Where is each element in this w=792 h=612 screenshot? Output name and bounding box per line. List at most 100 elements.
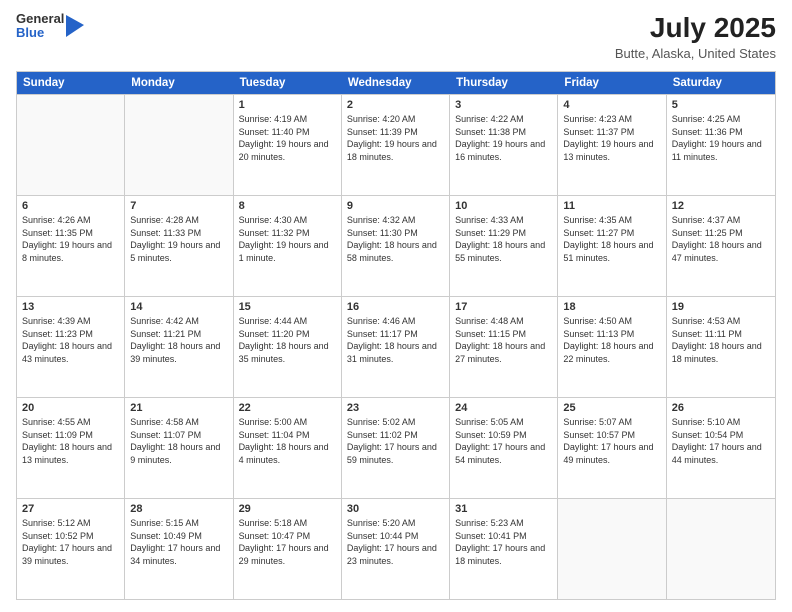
cell-w1-d3: 1 Sunrise: 4:19 AMSunset: 11:40 PMDayligh… xyxy=(234,95,342,195)
day-info: Sunrise: 5:23 AMSunset: 10:41 PMDaylight… xyxy=(455,517,552,567)
day-info: Sunrise: 5:15 AMSunset: 10:49 PMDaylight… xyxy=(130,517,227,567)
day-number: 21 xyxy=(130,402,227,414)
day-number: 29 xyxy=(239,503,336,515)
day-info: Sunrise: 4:35 AMSunset: 11:27 PMDaylight… xyxy=(563,214,660,264)
day-info: Sunrise: 4:48 AMSunset: 11:15 PMDaylight… xyxy=(455,315,552,365)
day-info: Sunrise: 4:37 AMSunset: 11:25 PMDaylight… xyxy=(672,214,770,264)
day-number: 28 xyxy=(130,503,227,515)
day-number: 24 xyxy=(455,402,552,414)
day-info: Sunrise: 5:07 AMSunset: 10:57 PMDaylight… xyxy=(563,416,660,466)
cell-w3-d7: 19 Sunrise: 4:53 AMSunset: 11:11 PMDaylig… xyxy=(667,297,775,397)
day-info: Sunrise: 5:12 AMSunset: 10:52 PMDaylight… xyxy=(22,517,119,567)
cell-w5-d2: 28 Sunrise: 5:15 AMSunset: 10:49 PMDaylig… xyxy=(125,499,233,599)
week-5: 27Sunrise: 5:12 AMSunset: 10:52 PMDaylig… xyxy=(17,498,775,599)
cell-w4-d5: 24 Sunrise: 5:05 AMSunset: 10:59 PMDaylig… xyxy=(450,398,558,498)
day-number: 19 xyxy=(672,301,770,313)
cell-w2-d6: 11 Sunrise: 4:35 AMSunset: 11:27 PMDaylig… xyxy=(558,196,666,296)
cell-w3-d3: 15Sunrise: 4:44 AMSunset: 11:20 PMDaylig… xyxy=(234,297,342,397)
logo-icon xyxy=(66,15,84,37)
col-friday: Friday xyxy=(558,72,666,94)
logo-text: General Blue xyxy=(16,12,64,41)
day-info: Sunrise: 4:33 AMSunset: 11:29 PMDaylight… xyxy=(455,214,552,264)
day-info: Sunrise: 4:26 AMSunset: 11:35 PMDaylight… xyxy=(22,214,119,264)
day-info: Sunrise: 4:42 AMSunset: 11:21 PMDaylight… xyxy=(130,315,227,365)
cell-w3-d1: 13Sunrise: 4:39 AMSunset: 11:23 PMDaylig… xyxy=(17,297,125,397)
cell-w5-d4: 30 Sunrise: 5:20 AMSunset: 10:44 PMDaylig… xyxy=(342,499,450,599)
cell-w4-d1: 20 Sunrise: 4:55 AMSunset: 11:09 PMDaylig… xyxy=(17,398,125,498)
day-number: 11 xyxy=(563,200,660,212)
cell-w2-d1: 6 Sunrise: 4:26 AMSunset: 11:35 PMDayligh… xyxy=(17,196,125,296)
cell-w1-d1 xyxy=(17,95,125,195)
day-info: Sunrise: 4:50 AMSunset: 11:13 PMDaylight… xyxy=(563,315,660,365)
cell-w3-d2: 14 Sunrise: 4:42 AMSunset: 11:21 PMDaylig… xyxy=(125,297,233,397)
cell-w5-d1: 27Sunrise: 5:12 AMSunset: 10:52 PMDaylig… xyxy=(17,499,125,599)
col-tuesday: Tuesday xyxy=(234,72,342,94)
day-info: Sunrise: 4:23 AMSunset: 11:37 PMDaylight… xyxy=(563,113,660,163)
week-3: 13Sunrise: 4:39 AMSunset: 11:23 PMDaylig… xyxy=(17,296,775,397)
day-info: Sunrise: 5:02 AMSunset: 11:02 PMDaylight… xyxy=(347,416,444,466)
day-info: Sunrise: 4:32 AMSunset: 11:30 PMDaylight… xyxy=(347,214,444,264)
day-info: Sunrise: 4:46 AMSunset: 11:17 PMDaylight… xyxy=(347,315,444,365)
day-number: 15 xyxy=(239,301,336,313)
week-2: 6 Sunrise: 4:26 AMSunset: 11:35 PMDayligh… xyxy=(17,195,775,296)
calendar: Sunday Monday Tuesday Wednesday Thursday… xyxy=(16,71,776,600)
cell-w1-d5: 3Sunrise: 4:22 AMSunset: 11:38 PMDayligh… xyxy=(450,95,558,195)
day-info: Sunrise: 5:20 AMSunset: 10:44 PMDaylight… xyxy=(347,517,444,567)
day-info: Sunrise: 5:00 AMSunset: 11:04 PMDaylight… xyxy=(239,416,336,466)
day-number: 16 xyxy=(347,301,444,313)
cell-w4-d4: 23Sunrise: 5:02 AMSunset: 11:02 PMDaylig… xyxy=(342,398,450,498)
cell-w2-d2: 7 Sunrise: 4:28 AMSunset: 11:33 PMDayligh… xyxy=(125,196,233,296)
cell-w5-d6 xyxy=(558,499,666,599)
cell-w1-d4: 2Sunrise: 4:20 AMSunset: 11:39 PMDayligh… xyxy=(342,95,450,195)
day-number: 30 xyxy=(347,503,444,515)
col-saturday: Saturday xyxy=(667,72,775,94)
day-info: Sunrise: 4:58 AMSunset: 11:07 PMDaylight… xyxy=(130,416,227,466)
page-title: July 2025 xyxy=(615,12,776,44)
day-number: 7 xyxy=(130,200,227,212)
cell-w4-d3: 22Sunrise: 5:00 AMSunset: 11:04 PMDaylig… xyxy=(234,398,342,498)
day-info: Sunrise: 4:30 AMSunset: 11:32 PMDaylight… xyxy=(239,214,336,264)
day-info: Sunrise: 4:22 AMSunset: 11:38 PMDaylight… xyxy=(455,113,552,163)
page-subtitle: Butte, Alaska, United States xyxy=(615,46,776,61)
logo-blue: Blue xyxy=(16,26,64,40)
day-number: 25 xyxy=(563,402,660,414)
day-info: Sunrise: 4:28 AMSunset: 11:33 PMDaylight… xyxy=(130,214,227,264)
logo-general: General xyxy=(16,12,64,26)
day-info: Sunrise: 4:53 AMSunset: 11:11 PMDaylight… xyxy=(672,315,770,365)
cell-w1-d7: 5 Sunrise: 4:25 AMSunset: 11:36 PMDayligh… xyxy=(667,95,775,195)
day-number: 17 xyxy=(455,301,552,313)
cell-w3-d5: 17 Sunrise: 4:48 AMSunset: 11:15 PMDaylig… xyxy=(450,297,558,397)
day-info: Sunrise: 4:25 AMSunset: 11:36 PMDaylight… xyxy=(672,113,770,163)
day-number: 13 xyxy=(22,301,119,313)
title-block: July 2025 Butte, Alaska, United States xyxy=(615,12,776,61)
day-number: 18 xyxy=(563,301,660,313)
day-number: 14 xyxy=(130,301,227,313)
day-info: Sunrise: 4:55 AMSunset: 11:09 PMDaylight… xyxy=(22,416,119,466)
cell-w4-d6: 25 Sunrise: 5:07 AMSunset: 10:57 PMDaylig… xyxy=(558,398,666,498)
cell-w2-d5: 10 Sunrise: 4:33 AMSunset: 11:29 PMDaylig… xyxy=(450,196,558,296)
cell-w2-d7: 12Sunrise: 4:37 AMSunset: 11:25 PMDaylig… xyxy=(667,196,775,296)
cell-w4-d7: 26 Sunrise: 5:10 AMSunset: 10:54 PMDaylig… xyxy=(667,398,775,498)
cell-w1-d2 xyxy=(125,95,233,195)
header: General Blue July 2025 Butte, Alaska, Un… xyxy=(16,12,776,61)
day-info: Sunrise: 4:20 AMSunset: 11:39 PMDaylight… xyxy=(347,113,444,163)
col-sunday: Sunday xyxy=(17,72,125,94)
day-info: Sunrise: 4:19 AMSunset: 11:40 PMDaylight… xyxy=(239,113,336,163)
day-number: 26 xyxy=(672,402,770,414)
day-number: 1 xyxy=(239,99,336,111)
logo: General Blue xyxy=(16,12,84,41)
day-number: 6 xyxy=(22,200,119,212)
week-1: 1 Sunrise: 4:19 AMSunset: 11:40 PMDayligh… xyxy=(17,94,775,195)
cell-w2-d4: 9Sunrise: 4:32 AMSunset: 11:30 PMDayligh… xyxy=(342,196,450,296)
col-monday: Monday xyxy=(125,72,233,94)
calendar-body: 1 Sunrise: 4:19 AMSunset: 11:40 PMDayligh… xyxy=(17,94,775,599)
day-info: Sunrise: 5:05 AMSunset: 10:59 PMDaylight… xyxy=(455,416,552,466)
day-number: 4 xyxy=(563,99,660,111)
day-number: 10 xyxy=(455,200,552,212)
day-number: 20 xyxy=(22,402,119,414)
cell-w1-d6: 4 Sunrise: 4:23 AMSunset: 11:37 PMDayligh… xyxy=(558,95,666,195)
day-info: Sunrise: 5:10 AMSunset: 10:54 PMDaylight… xyxy=(672,416,770,466)
day-number: 5 xyxy=(672,99,770,111)
cell-w3-d6: 18 Sunrise: 4:50 AMSunset: 11:13 PMDaylig… xyxy=(558,297,666,397)
col-thursday: Thursday xyxy=(450,72,558,94)
